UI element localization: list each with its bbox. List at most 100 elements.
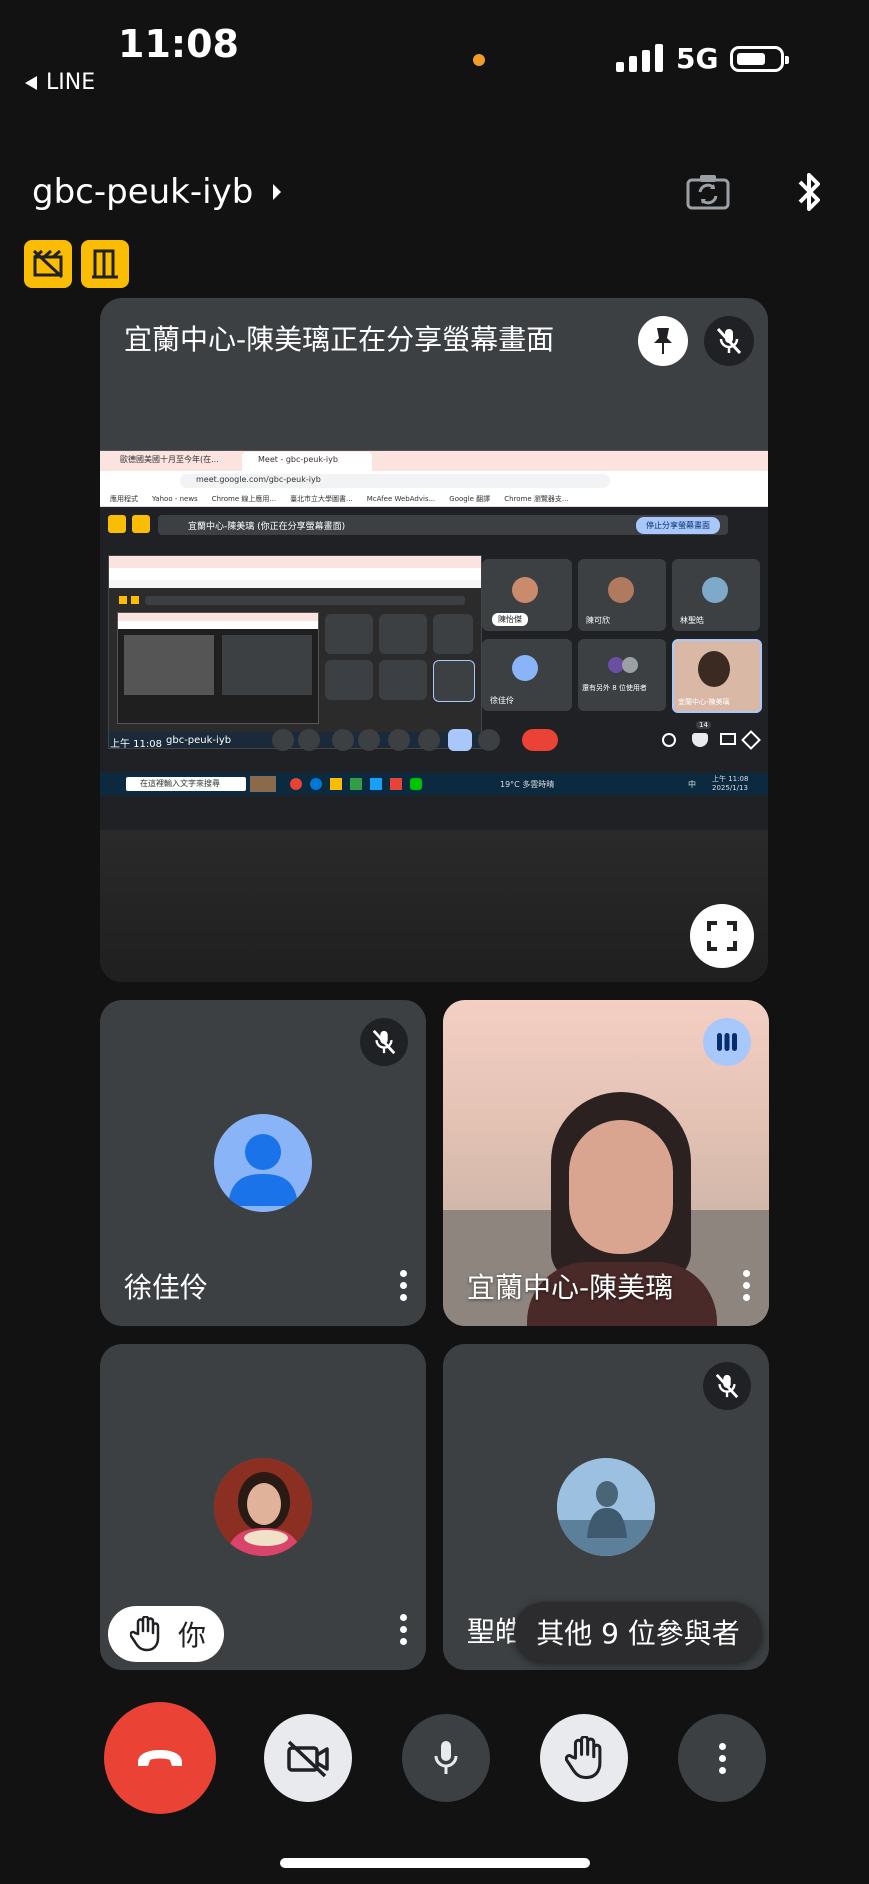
microphone-button[interactable] — [402, 1714, 490, 1802]
taskbar-search: 在這裡輸入文字來搜尋 — [140, 779, 220, 788]
signal-icon — [616, 44, 663, 72]
network-type: 5G — [676, 42, 719, 75]
screen-share-tile[interactable]: 宜蘭中心-陳美璃正在分享螢幕畫面 歐德國美國十月至今年(在... Meet - … — [100, 298, 768, 982]
inner-participant-name: 宜蘭中心-陳美璃 — [678, 698, 730, 706]
bluetooth-audio-button[interactable] — [786, 168, 834, 216]
inner-participant-tile: 徐佳伶 — [482, 639, 572, 711]
self-tile[interactable]: 你 — [100, 1344, 426, 1670]
taskbar-date: 2025/1/13 — [712, 784, 748, 792]
taskbar-time: 上午 11:08 — [712, 775, 749, 783]
participant-tile[interactable]: 徐佳伶 — [100, 1000, 426, 1326]
participant-avatar — [557, 1458, 655, 1556]
inner-taskbar: 在這裡輸入文字來搜尋 19°C 多雲時晴 中 上午 11:08 2025/1/1… — [100, 773, 768, 795]
no-recording-icon — [32, 249, 64, 279]
participant-avatar-image — [557, 1458, 655, 1556]
switch-camera-button[interactable] — [684, 168, 732, 216]
raise-hand-button[interactable] — [540, 1714, 628, 1802]
participant-name: 宜蘭中心-陳美璃 — [467, 1271, 674, 1304]
back-app-label: LINE — [46, 70, 96, 95]
inner-meet-code: gbc-peuk-iyb — [166, 735, 232, 746]
shared-screen: 歐德國美國十月至今年(在... Meet - gbc-peuk-iyb meet… — [100, 450, 768, 831]
back-to-app[interactable]: LINE — [24, 70, 95, 95]
active-browser-tab: Meet - gbc-peuk-iyb — [242, 452, 372, 471]
browser-tab: 歐德國美國十月至今年(在... — [120, 455, 219, 464]
browser-tabbar: 歐德國美國十月至今年(在... Meet - gbc-peuk-iyb — [100, 451, 768, 471]
meeting-code: gbc-peuk-iyb — [32, 172, 254, 212]
taskbar-language: 中 — [688, 780, 696, 789]
browser-url: meet.google.com/gbc-peuk-iyb — [196, 475, 321, 484]
default-avatar — [214, 1114, 312, 1212]
inner-share-text: 宜蘭中心-陳美璃 (你正在分享螢幕畫面) — [188, 522, 346, 532]
meeting-code-button[interactable]: gbc-peuk-iyb — [32, 172, 283, 212]
speaking-indicator — [703, 1018, 751, 1066]
browser-addressbar: meet.google.com/gbc-peuk-iyb — [100, 471, 768, 491]
pin-icon — [654, 328, 672, 354]
end-call-button[interactable] — [104, 1702, 216, 1814]
taskbar-weather: 19°C 多雲時晴 — [500, 780, 555, 789]
chevron-right-icon — [273, 184, 282, 200]
inner-participant-count: 14 — [696, 721, 711, 729]
inner-stop-share: 停止分享螢幕畫面 — [636, 517, 720, 534]
home-indicator[interactable] — [280, 1858, 590, 1868]
bookmarks-bar: 應用程式 Yahoo - news Chrome 線上應用... 臺北市立大學圖… — [100, 491, 768, 507]
host-controls-indicator[interactable] — [81, 240, 129, 288]
bookmark: 應用程式 — [110, 494, 138, 503]
pin-button[interactable] — [638, 316, 688, 366]
mic-off-icon — [715, 1373, 739, 1399]
more-options-button[interactable] — [678, 1714, 766, 1802]
bluetooth-icon — [798, 173, 820, 211]
video-off-icon — [287, 1740, 329, 1778]
inner-meet-controls: 上午 11:08 gbc-peuk-iyb 14 — [100, 719, 768, 765]
fullscreen-icon — [707, 921, 737, 951]
inner-participant-tile: 還有另外 8 位使用者 — [578, 639, 666, 711]
door-icon — [92, 249, 118, 279]
self-avatar — [214, 1458, 312, 1556]
no-video-indicator[interactable] — [24, 240, 72, 288]
inner-participant-tile: 宜蘭中心-陳美璃 — [672, 639, 762, 713]
inner-participant-name: 林聖皓 — [680, 616, 704, 625]
inner-participant-tile: 林聖皓 — [672, 559, 760, 631]
inner-time: 上午 11:08 — [110, 739, 162, 750]
muted-indicator — [703, 1362, 751, 1410]
bookmark: Yahoo - news — [152, 494, 198, 503]
muted-indicator — [360, 1018, 408, 1066]
camera-toggle-button[interactable] — [264, 1714, 352, 1802]
active-tab-title: Meet - gbc-peuk-iyb — [258, 455, 338, 464]
inner-share-banner: 宜蘭中心-陳美璃 (你正在分享螢幕畫面) 停止分享螢幕畫面 — [158, 515, 728, 535]
privacy-indicator — [473, 54, 485, 66]
participant-name: 徐佳伶 — [124, 1271, 209, 1304]
mic-off-icon — [372, 1029, 396, 1055]
bookmark: McAfee WebAdvis... — [366, 494, 436, 503]
inner-participant-name: 陳怡傑 — [492, 613, 528, 626]
self-avatar-image — [214, 1458, 312, 1556]
inner-participant-tile: 陳怡傑 — [482, 559, 572, 631]
bookmark: Chrome 線上應用... — [211, 494, 277, 503]
inner-participant-name: 徐佳伶 — [490, 696, 514, 705]
audio-level-icon — [717, 1033, 737, 1051]
more-options-icon[interactable] — [400, 1614, 407, 1645]
inner-participant-name: 還有另外 8 位使用者 — [582, 684, 647, 692]
fullscreen-button[interactable] — [690, 904, 754, 968]
bookmark: Google 翻譯 — [449, 494, 491, 503]
participant-video-tile[interactable]: 宜蘭中心-陳美璃 — [443, 1000, 769, 1326]
person-icon — [228, 1134, 298, 1206]
more-options-icon[interactable] — [743, 1270, 750, 1301]
video-person-face — [569, 1120, 673, 1254]
hand-raised-badge: 你 — [108, 1606, 224, 1662]
bookmark: Chrome 瀏覽器支... — [504, 494, 569, 503]
more-vert-icon — [718, 1742, 726, 1774]
battery-icon — [730, 46, 789, 72]
other-participants-button[interactable]: 其他 9 位參與者 — [514, 1602, 762, 1662]
switch-camera-icon — [686, 175, 730, 210]
self-label: 你 — [178, 1619, 207, 1652]
raise-hand-icon — [565, 1736, 602, 1780]
mic-off-icon — [716, 327, 742, 355]
mic-icon — [434, 1741, 458, 1774]
bookmark: 臺北市立大學圖書... — [290, 494, 353, 503]
share-title: 宜蘭中心-陳美璃正在分享螢幕畫面 — [124, 323, 555, 356]
inner-participant-tile: 陳可欣 — [578, 559, 666, 631]
status-time: 11:08 — [118, 22, 239, 66]
muted-indicator — [704, 316, 754, 366]
more-options-icon[interactable] — [400, 1270, 407, 1301]
inner-participant-name: 陳可欣 — [586, 616, 610, 625]
